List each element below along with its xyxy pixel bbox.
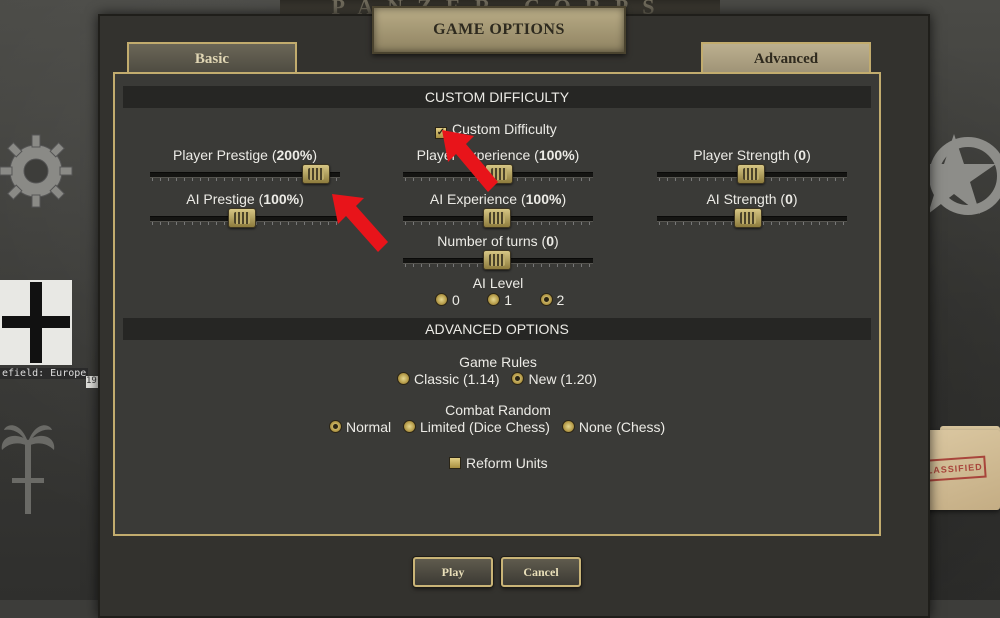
slider-thumb[interactable] [228, 208, 256, 228]
ai-experience-slider[interactable] [403, 208, 593, 228]
ai-level-radio-0[interactable]: 0 [435, 292, 460, 308]
gear-icon[interactable] [0, 133, 74, 209]
ai-strength-slider[interactable] [657, 208, 847, 228]
ai-level-radio-1[interactable]: 1 [487, 292, 512, 308]
player-strength-slider[interactable] [657, 164, 847, 184]
custom-difficulty-header: CUSTOM DIFFICULTY [123, 86, 871, 108]
game-rules-new-radio[interactable]: New (1.20) [511, 371, 597, 387]
slider-thumb[interactable] [737, 164, 765, 184]
radio-selected-icon[interactable] [539, 293, 553, 306]
radio-icon[interactable] [403, 420, 417, 433]
combat-random-limited-radio[interactable]: Limited (Dice Chess) [403, 419, 550, 435]
ai-strength-label: AI Strength (0) [706, 191, 798, 207]
slider-thumb[interactable] [483, 250, 511, 270]
combat-random-none-radio[interactable]: None (Chess) [561, 419, 665, 435]
radio-icon[interactable] [561, 420, 575, 433]
radio-selected-icon[interactable] [511, 372, 525, 385]
game-rules-label: Game Rules [459, 354, 537, 370]
palm-tree-icon[interactable] [0, 420, 56, 520]
ai-prestige-slider[interactable] [150, 208, 340, 228]
tab-advanced[interactable]: Advanced [701, 42, 871, 74]
number-of-turns-label: Number of turns (0) [437, 233, 559, 249]
player-prestige-slider[interactable] [150, 164, 340, 184]
ai-prestige-label: AI Prestige (100%) [186, 191, 304, 207]
play-button[interactable]: Play [413, 557, 493, 587]
radio-icon[interactable] [487, 293, 501, 306]
iron-cross-icon[interactable] [0, 280, 72, 365]
combat-random-normal-radio[interactable]: Normal [329, 419, 391, 435]
ai-level-radio-2[interactable]: 2 [539, 292, 564, 308]
ai-level-label: AI Level [472, 275, 524, 291]
annotation-arrow-icon [332, 194, 388, 252]
window-title: GAME OPTIONS [372, 6, 626, 54]
annotation-arrow-icon [442, 130, 498, 192]
slider-thumb[interactable] [483, 208, 511, 228]
radio-selected-icon[interactable] [329, 420, 342, 433]
checkbox-icon[interactable] [449, 457, 461, 469]
tab-basic[interactable]: Basic [127, 42, 297, 74]
combat-random-options: Normal Limited (Dice Chess) None (Chess) [329, 419, 673, 435]
cancel-button[interactable]: Cancel [501, 557, 581, 587]
game-rules-classic-radio[interactable]: Classic (1.14) [397, 371, 500, 387]
radio-icon[interactable] [435, 293, 448, 306]
game-rules-options: Classic (1.14) New (1.20) [397, 371, 605, 387]
advanced-options-header: ADVANCED OPTIONS [123, 318, 871, 340]
combat-random-label: Combat Random [445, 402, 551, 418]
battlefield-label: efield: Europe [0, 368, 89, 379]
slider-thumb[interactable] [302, 164, 330, 184]
number-of-turns-slider[interactable] [403, 250, 593, 270]
player-prestige-label: Player Prestige (200%) [173, 147, 317, 163]
radio-icon[interactable] [397, 372, 410, 385]
slider-thumb[interactable] [734, 208, 762, 228]
reform-units-checkbox[interactable]: Reform Units [449, 455, 548, 471]
ai-level-options: 0 1 2 [435, 292, 572, 308]
player-strength-label: Player Strength (0) [693, 147, 811, 163]
